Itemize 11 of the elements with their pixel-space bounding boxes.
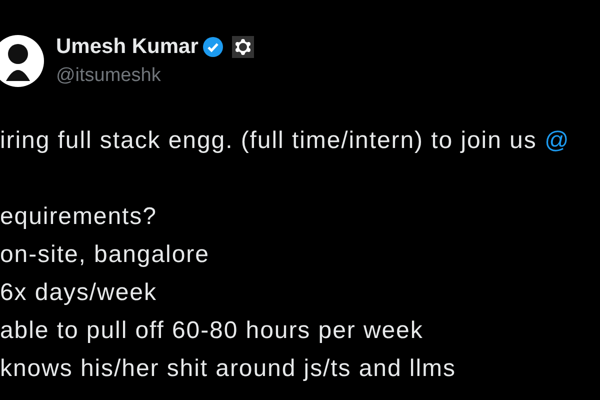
post-text-line: on-site, bangalore: [0, 240, 210, 270]
post-text-line: equirements?: [0, 202, 157, 232]
avatar[interactable]: [0, 35, 44, 87]
post-text-line: iring full stack engg. (full time/intern) to join us: [0, 126, 538, 156]
affiliate-logo-icon: [232, 36, 254, 58]
author-handle[interactable]: @itsumeshk: [56, 64, 254, 88]
author-name[interactable]: Umesh Kumar: [56, 34, 198, 60]
mention-link[interactable]: @: [544, 122, 570, 160]
post-text-line: knows his/her shit around js/ts and llms: [0, 354, 456, 384]
post-text-line: able to pull off 60-80 hours per week: [0, 316, 424, 346]
post-text-line: 6x days/week: [0, 278, 157, 308]
